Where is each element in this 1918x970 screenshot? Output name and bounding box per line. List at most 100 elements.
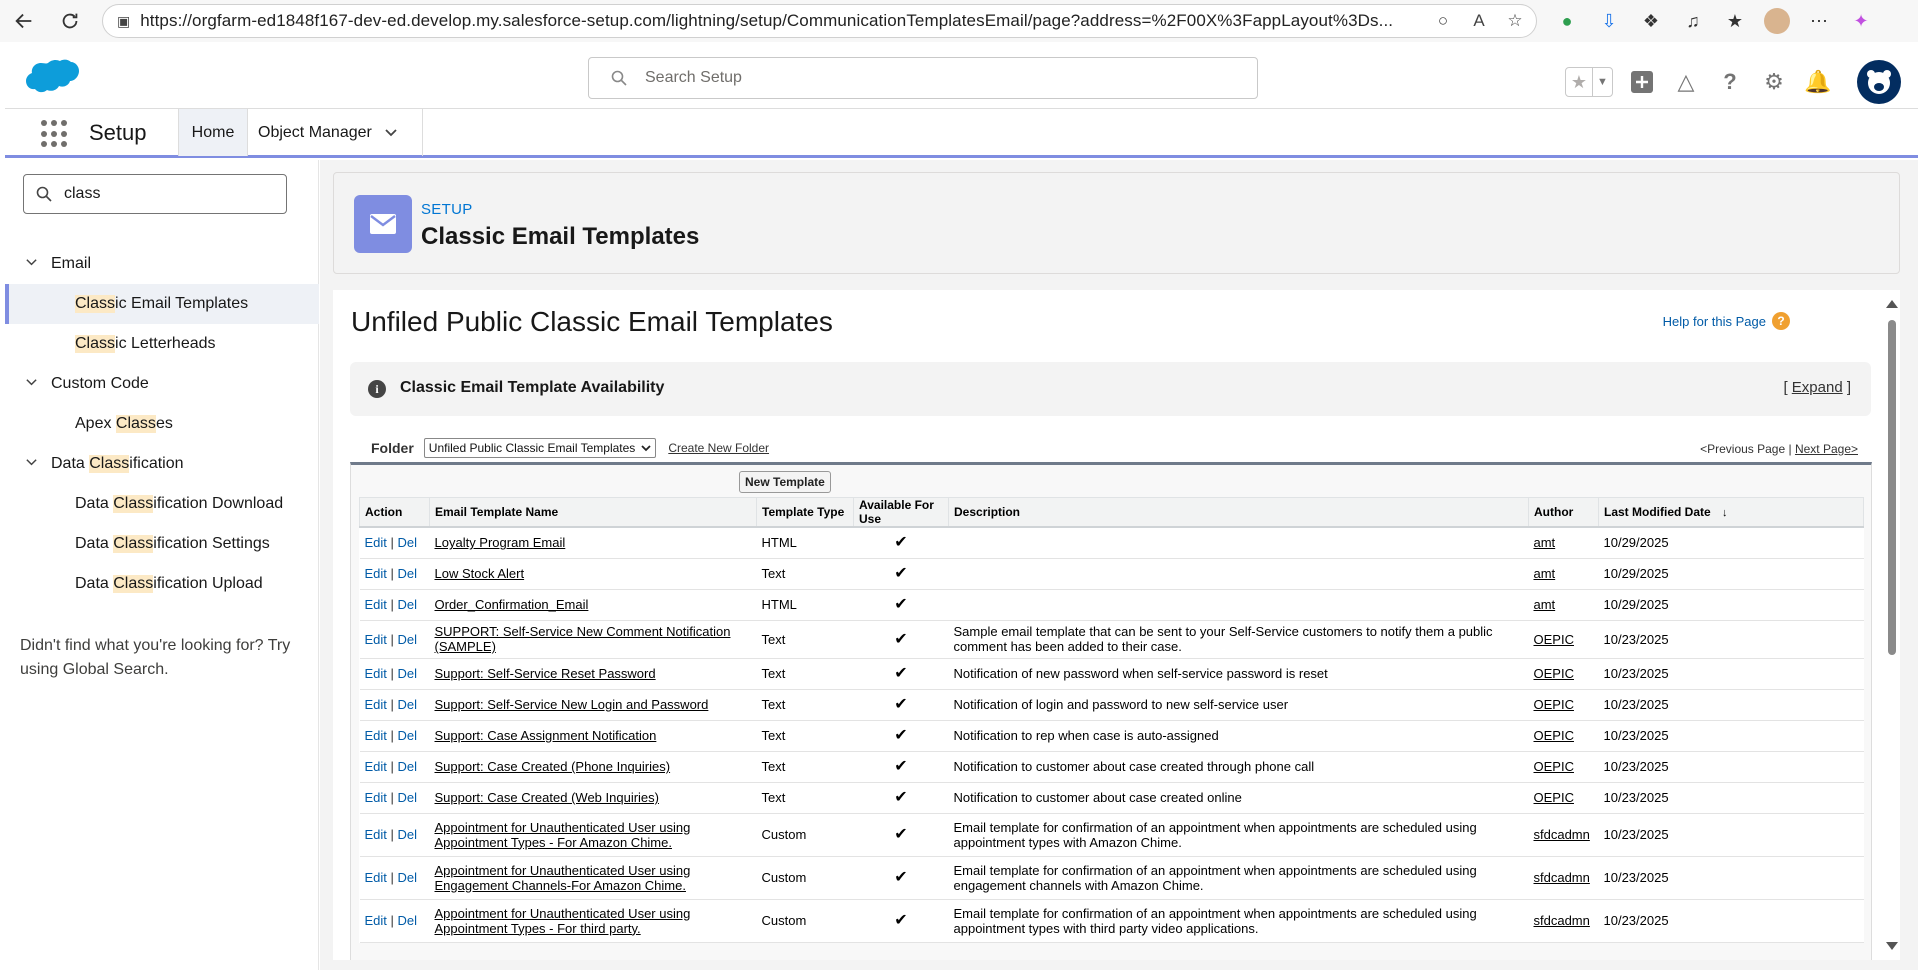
folder-select[interactable]: Unfiled Public Classic Email Templates: [423, 438, 657, 458]
edit-link[interactable]: Edit: [365, 913, 387, 928]
tree-item-data-classification-download[interactable]: Data Class ification Download: [5, 484, 319, 524]
back-icon[interactable]: [4, 1, 44, 41]
template-name-link[interactable]: Appointment for Unauthenticated User usi…: [435, 906, 691, 936]
del-link[interactable]: Del: [398, 790, 418, 805]
app-launcher-icon[interactable]: [41, 120, 69, 148]
bell-icon[interactable]: 🔔: [1803, 67, 1833, 97]
author-link[interactable]: OEPIC: [1534, 759, 1574, 774]
more-icon[interactable]: ⋯: [1806, 8, 1832, 34]
tree-group-email[interactable]: Email: [5, 244, 319, 284]
content-scrollbar[interactable]: [1886, 300, 1898, 950]
edit-link[interactable]: Edit: [365, 870, 387, 885]
scroll-up-icon[interactable]: [1886, 300, 1898, 308]
download-icon[interactable]: ⇩: [1596, 8, 1622, 34]
chevron-down-icon[interactable]: [25, 256, 39, 272]
template-name-link[interactable]: Support: Self-Service New Login and Pass…: [435, 697, 709, 712]
col-type[interactable]: Template Type: [756, 497, 854, 528]
gear-icon[interactable]: ⚙: [1759, 67, 1789, 97]
del-link[interactable]: Del: [398, 759, 418, 774]
new-template-button[interactable]: New Template: [739, 471, 831, 493]
scroll-down-icon[interactable]: [1886, 942, 1898, 950]
tree-item-data-classification-settings[interactable]: Data Class ification Settings: [5, 524, 319, 564]
tree-item-apex-classes[interactable]: Apex Class es: [5, 404, 319, 444]
edit-link[interactable]: Edit: [365, 697, 387, 712]
edit-link[interactable]: Edit: [365, 597, 387, 612]
author-link[interactable]: amt: [1534, 535, 1556, 550]
del-link[interactable]: Del: [398, 827, 418, 842]
star-icon[interactable]: ★: [1566, 68, 1592, 96]
del-link[interactable]: Del: [398, 566, 418, 581]
col-description[interactable]: Description: [948, 497, 1529, 528]
global-actions-icon[interactable]: [1627, 67, 1657, 97]
author-link[interactable]: sfdcadmn: [1534, 913, 1590, 928]
template-name-link[interactable]: Appointment for Unauthenticated User usi…: [435, 820, 691, 850]
expand-link[interactable]: Expand: [1792, 379, 1843, 396]
edit-link[interactable]: Edit: [365, 566, 387, 581]
profile-icon[interactable]: [1764, 8, 1790, 34]
del-link[interactable]: Del: [398, 870, 418, 885]
col-name[interactable]: Email Template Name: [429, 497, 757, 528]
next-page-link[interactable]: Next Page>: [1795, 442, 1858, 456]
edit-link[interactable]: Edit: [365, 632, 387, 647]
chevron-down-icon[interactable]: [384, 126, 398, 140]
del-link[interactable]: Del: [398, 728, 418, 743]
edit-link[interactable]: Edit: [365, 759, 387, 774]
template-name-link[interactable]: Appointment for Unauthenticated User usi…: [435, 863, 691, 893]
template-name-link[interactable]: Support: Self-Service Reset Password: [435, 666, 656, 681]
template-name-link[interactable]: Support: Case Created (Web Inquiries): [435, 790, 659, 805]
tree-item-data-classification-upload[interactable]: Data Class ification Upload: [5, 564, 319, 604]
notifications-icon[interactable]: ○: [1432, 10, 1454, 32]
edit-link[interactable]: Edit: [365, 790, 387, 805]
template-name-link[interactable]: Support: Case Created (Phone Inquiries): [435, 759, 671, 774]
del-link[interactable]: Del: [398, 632, 418, 647]
author-link[interactable]: sfdcadmn: [1534, 827, 1590, 842]
author-link[interactable]: sfdcadmn: [1534, 870, 1590, 885]
trailhead-icon[interactable]: △: [1671, 67, 1701, 97]
col-author[interactable]: Author: [1528, 497, 1599, 528]
media-icon[interactable]: ♫: [1680, 8, 1706, 34]
del-link[interactable]: Del: [398, 535, 418, 550]
favorites-group[interactable]: ★ ▼: [1565, 67, 1613, 97]
tree-group-data-classification[interactable]: Data Class ification: [5, 444, 319, 484]
salesforce-logo[interactable]: [25, 58, 81, 96]
create-new-folder-link[interactable]: Create New Folder: [668, 441, 769, 455]
edit-link[interactable]: Edit: [365, 666, 387, 681]
edit-link[interactable]: Edit: [365, 827, 387, 842]
col-available[interactable]: Available For Use: [853, 497, 949, 528]
extensions-icon[interactable]: ❖: [1638, 8, 1664, 34]
del-link[interactable]: Del: [398, 666, 418, 681]
edit-link[interactable]: Edit: [365, 728, 387, 743]
help-icon[interactable]: ?: [1715, 67, 1745, 97]
search-setup-input[interactable]: Search Setup: [588, 57, 1258, 99]
author-link[interactable]: OEPIC: [1534, 632, 1574, 647]
template-name-link[interactable]: Loyalty Program Email: [435, 535, 566, 550]
user-avatar[interactable]: [1857, 60, 1901, 104]
quick-find-input[interactable]: class: [23, 174, 287, 214]
chevron-down-icon[interactable]: ▼: [1592, 68, 1612, 96]
author-link[interactable]: amt: [1534, 566, 1556, 581]
author-link[interactable]: OEPIC: [1534, 790, 1574, 805]
template-name-link[interactable]: Low Stock Alert: [435, 566, 525, 581]
help-icon[interactable]: ?: [1772, 312, 1790, 330]
favorite-star-icon[interactable]: ☆: [1504, 10, 1526, 32]
tab-object-manager[interactable]: Object Manager: [248, 109, 423, 156]
reload-icon[interactable]: [50, 1, 90, 41]
chevron-down-icon[interactable]: [25, 456, 39, 472]
chevron-down-icon[interactable]: [25, 376, 39, 392]
template-name-link[interactable]: Support: Case Assignment Notification: [435, 728, 657, 743]
tree-group-custom-code[interactable]: Custom Code: [5, 364, 319, 404]
edit-link[interactable]: Edit: [365, 535, 387, 550]
col-last-modified[interactable]: Last Modified Date ↓: [1598, 497, 1864, 528]
template-name-link[interactable]: SUPPORT: Self-Service New Comment Notifi…: [435, 624, 731, 654]
extension-leaf-icon[interactable]: ●: [1554, 8, 1580, 34]
template-name-link[interactable]: Order_Confirmation_Email: [435, 597, 589, 612]
author-link[interactable]: OEPIC: [1534, 728, 1574, 743]
tree-item-classic-letterheads[interactable]: Class ic Letterheads: [5, 324, 319, 364]
copilot-icon[interactable]: ✦: [1848, 8, 1874, 34]
del-link[interactable]: Del: [398, 697, 418, 712]
author-link[interactable]: OEPIC: [1534, 666, 1574, 681]
author-link[interactable]: amt: [1534, 597, 1556, 612]
del-link[interactable]: Del: [398, 597, 418, 612]
favorites-icon[interactable]: ★: [1722, 8, 1748, 34]
scroll-thumb[interactable]: [1888, 320, 1896, 655]
